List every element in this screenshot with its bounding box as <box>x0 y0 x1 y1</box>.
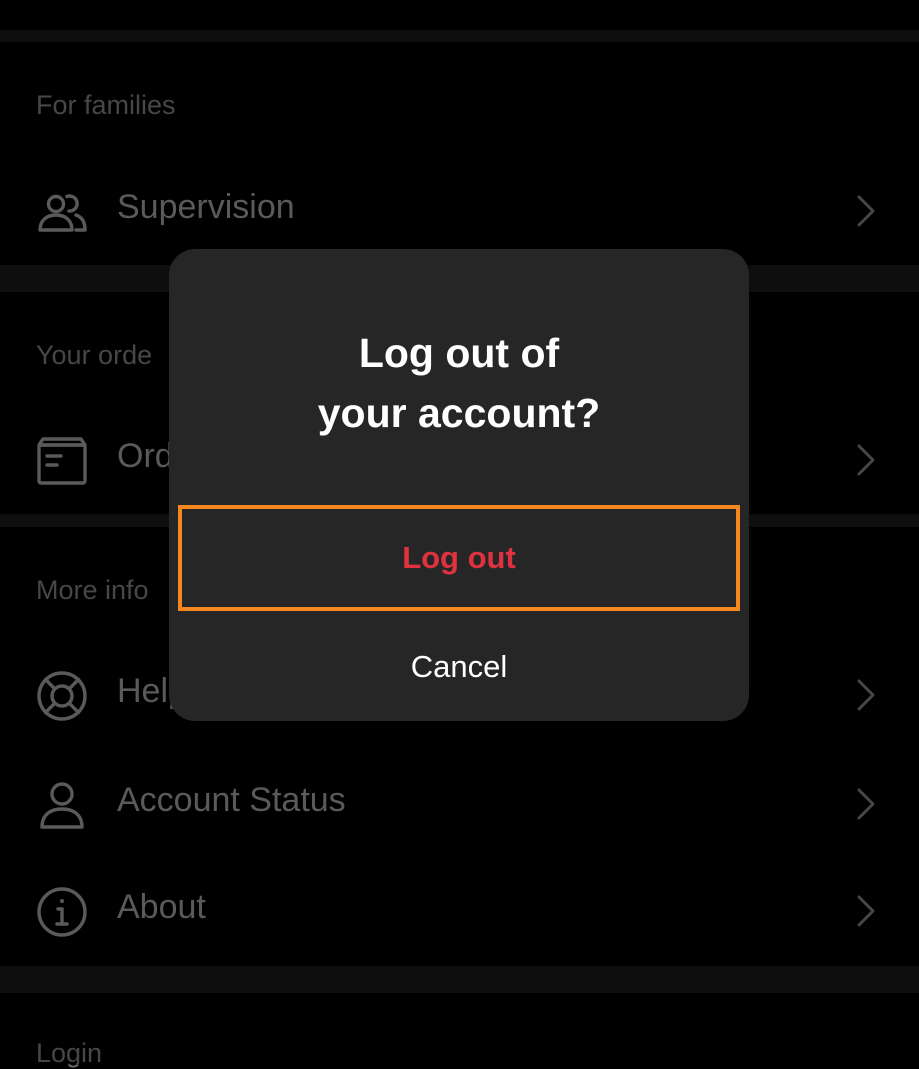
cancel-button[interactable]: Cancel <box>169 629 749 705</box>
logout-button[interactable]: Log out <box>178 505 740 611</box>
dialog-title: Log out of your account? <box>169 323 749 443</box>
dialog-title-line-2: your account? <box>317 390 601 436</box>
logout-dialog: Log out of your account? Log out Cancel <box>169 249 749 721</box>
dialog-title-line-1: Log out of <box>358 330 560 376</box>
